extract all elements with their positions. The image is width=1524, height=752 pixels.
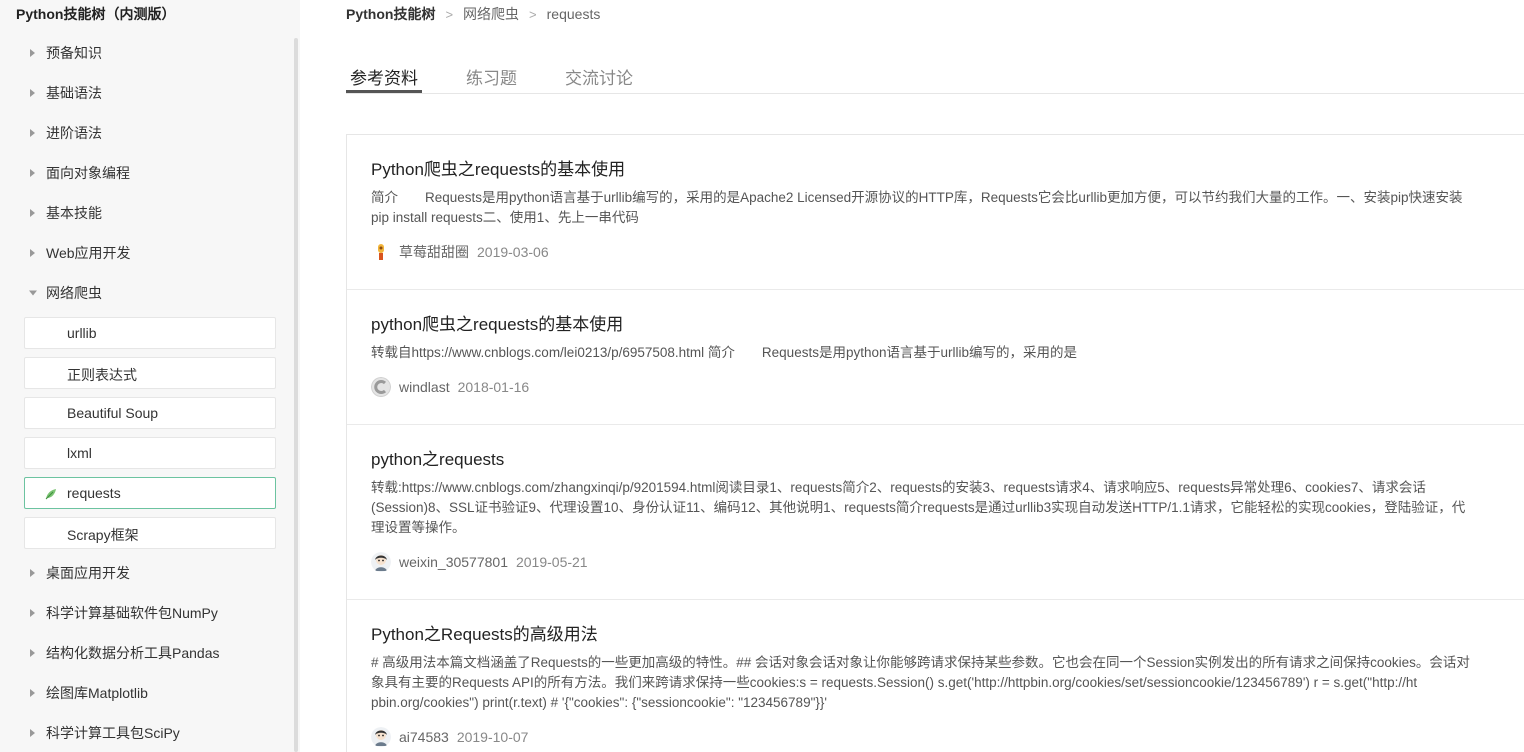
sidebar-subitem-urllib[interactable]: urllib [24, 317, 276, 349]
chevron-right-icon: > [529, 6, 537, 22]
tab-references[interactable]: 参考资料 [350, 64, 418, 89]
chevron-right-icon [30, 89, 35, 97]
breadcrumb: Python技能树 > 网络爬虫 > requests [346, 4, 600, 24]
active-tab-indicator [346, 90, 422, 93]
chevron-down-icon [29, 290, 37, 296]
sidebar-item-scipy[interactable]: 科学计算工具包SciPy [0, 713, 290, 752]
chevron-right-icon [30, 609, 35, 617]
default-avatar-icon[interactable] [371, 377, 391, 397]
tab-exercises[interactable]: 练习题 [466, 64, 517, 89]
chevron-right-icon [30, 689, 35, 697]
chevron-right-icon [30, 129, 35, 137]
sidebar-subitem-lxml[interactable]: lxml [24, 437, 276, 469]
article-title[interactable]: python之requests [371, 449, 1524, 471]
sidebar-item-oop[interactable]: 面向对象编程 [0, 153, 290, 193]
chevron-right-icon [30, 169, 35, 177]
sidebar-subitem-scrapy[interactable]: Scrapy框架 [24, 517, 276, 549]
sidebar-item-matplotlib[interactable]: 绘图库Matplotlib [0, 673, 290, 713]
article-author[interactable]: weixin_30577801 [399, 554, 508, 570]
leaf-icon [45, 489, 56, 500]
breadcrumb-level1[interactable]: 网络爬虫 [463, 4, 519, 24]
article-date: 2019-03-06 [477, 244, 549, 260]
chevron-right-icon [30, 729, 35, 737]
sidebar-item-label: 绘图库Matplotlib [46, 685, 148, 701]
tab-bar: 参考资料 练习题 交流讨论 [346, 58, 1524, 94]
sidebar-subitem-label: lxml [67, 445, 92, 461]
sidebar-item-label: 科学计算基础软件包NumPy [46, 605, 218, 621]
chevron-right-icon: > [445, 6, 454, 22]
sidebar-item-label: 结构化数据分析工具Pandas [46, 645, 220, 661]
breadcrumb-current: requests [546, 6, 601, 22]
sidebar-item-basic-skills[interactable]: 基本技能 [0, 193, 290, 233]
article-card[interactable]: python爬虫之requests的基本使用 转载自https://www.cn… [347, 290, 1524, 425]
article-description: 转载:https://www.cnblogs.com/zhangxinqi/p/… [371, 480, 1466, 535]
sidebar-subitem-label: Scrapy框架 [67, 527, 139, 543]
article-description: 转载自https://www.cnblogs.com/lei0213/p/695… [371, 345, 1077, 360]
chevron-right-icon [30, 49, 35, 57]
sidebar-item-label: 网络爬虫 [46, 285, 102, 301]
sidebar-item-label: 科学计算工具包SciPy [46, 725, 180, 741]
sidebar-item-web-dev[interactable]: Web应用开发 [0, 233, 290, 273]
sidebar-item-label: 桌面应用开发 [46, 565, 130, 581]
article-list: Python爬虫之requests的基本使用 简介 Requests是用pyth… [346, 134, 1524, 752]
article-date: 2019-10-07 [456, 729, 529, 745]
sidebar-title: Python技能树（内测版） [16, 6, 176, 22]
sidebar-item-label: Web应用开发 [46, 245, 131, 261]
sidebar-item-label: 基础语法 [46, 85, 102, 101]
sidebar-item-label: 基本技能 [46, 205, 102, 221]
sidebar: Python技能树（内测版） 预备知识 基础语法 进阶语法 面向对象编程 基本技… [0, 0, 300, 752]
article-meta: windlast 2018-01-16 [371, 377, 1524, 397]
tab-discussion[interactable]: 交流讨论 [565, 64, 633, 89]
article-date: 2019-05-21 [515, 554, 588, 570]
article-description: # 高级用法本篇文档涵盖了Requests的一些更加高级的特性。## 会话对象会… [371, 655, 1470, 710]
sidebar-subitem-regex[interactable]: 正则表达式 [24, 357, 276, 389]
sidebar-subitem-label: 正则表达式 [67, 367, 137, 383]
user-avatar-icon[interactable] [371, 552, 391, 572]
chevron-right-icon [30, 649, 35, 657]
sidebar-item-pandas[interactable]: 结构化数据分析工具Pandas [0, 633, 290, 673]
chevron-right-icon [30, 249, 35, 257]
sidebar-subitem-label: urllib [67, 325, 97, 341]
article-description: 简介 Requests是用python语言基于urllib编写的，采用的是Apa… [371, 190, 1463, 225]
sidebar-subitem-beautiful-soup[interactable]: Beautiful Soup [24, 397, 276, 429]
sidebar-item-numpy[interactable]: 科学计算基础软件包NumPy [0, 593, 290, 633]
article-meta: 草莓甜甜圈 2019-03-06 [371, 242, 1524, 262]
article-title[interactable]: python爬虫之requests的基本使用 [371, 314, 1524, 336]
sidebar-item-basic-syntax[interactable]: 基础语法 [0, 73, 290, 113]
sidebar-subitem-requests[interactable]: requests [24, 477, 276, 509]
article-date: 2018-01-16 [457, 379, 530, 395]
article-title[interactable]: Python之Requests的高级用法 [371, 624, 1524, 646]
sidebar-scrollbar[interactable] [294, 38, 298, 752]
sidebar-item-label: 进阶语法 [46, 125, 102, 141]
cartoon-avatar-icon[interactable] [371, 242, 391, 262]
breadcrumb-root[interactable]: Python技能树 [346, 4, 435, 24]
sidebar-item-prerequisites[interactable]: 预备知识 [0, 33, 290, 73]
user-avatar-icon[interactable] [371, 727, 391, 747]
article-meta: ai74583 2019-10-07 [371, 727, 1524, 747]
article-author[interactable]: 草莓甜甜圈 [399, 242, 469, 262]
article-author[interactable]: ai74583 [399, 729, 449, 745]
sidebar-item-advanced-syntax[interactable]: 进阶语法 [0, 113, 290, 153]
sidebar-subitem-label: requests [67, 485, 121, 501]
sidebar-subitem-label: Beautiful Soup [67, 405, 159, 421]
sidebar-item-web-crawler[interactable]: 网络爬虫 [0, 273, 290, 313]
article-title[interactable]: Python爬虫之requests的基本使用 [371, 159, 1524, 181]
article-card[interactable]: Python之Requests的高级用法 # 高级用法本篇文档涵盖了Reques… [347, 600, 1524, 752]
article-card[interactable]: python之requests 转载:https://www.cnblogs.c… [347, 425, 1524, 600]
article-meta: weixin_30577801 2019-05-21 [371, 552, 1524, 572]
sidebar-item-label: 预备知识 [46, 45, 102, 61]
sidebar-item-desktop-dev[interactable]: 桌面应用开发 [0, 553, 290, 593]
chevron-right-icon [30, 209, 35, 217]
chevron-right-icon [30, 569, 35, 577]
article-author[interactable]: windlast [399, 379, 450, 395]
sidebar-item-label: 面向对象编程 [46, 165, 130, 181]
article-card[interactable]: Python爬虫之requests的基本使用 简介 Requests是用pyth… [347, 135, 1524, 290]
